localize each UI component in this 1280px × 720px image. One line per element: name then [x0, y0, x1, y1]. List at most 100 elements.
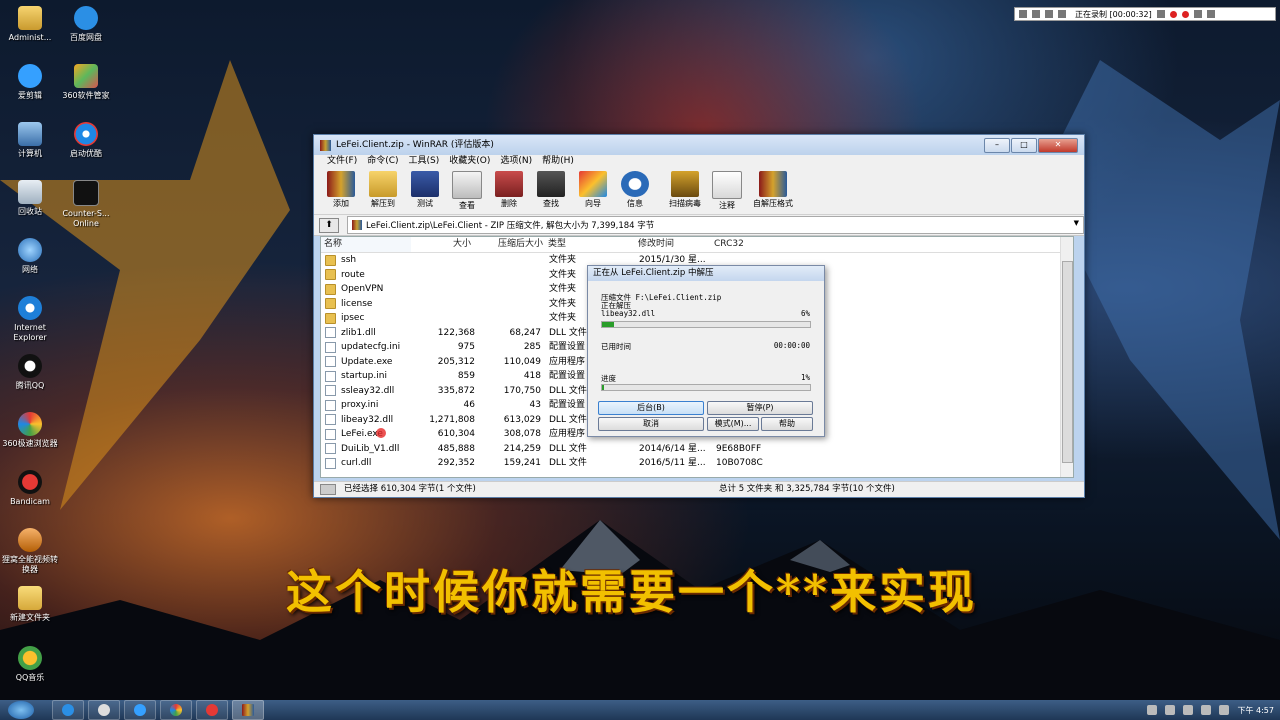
pause-icon[interactable] — [1193, 10, 1202, 18]
toolbar-wizard-button[interactable]: 向导 — [572, 168, 614, 214]
file-name-text: updatecfg.ini — [341, 342, 401, 352]
file-name-cell: zlib1.dll — [321, 326, 415, 341]
taskbar-bandicam[interactable] — [196, 700, 228, 720]
desktop-icon-computer[interactable]: 计算机 — [0, 122, 60, 159]
desktop-icon-360-software[interactable]: 360软件管家 — [56, 64, 116, 101]
toolbar-view-button[interactable]: 查看 — [446, 168, 488, 214]
desktop-icon-video-converter[interactable]: 狸窝全能视频转换器 — [0, 528, 60, 575]
scrollbar-thumb[interactable] — [1062, 261, 1073, 463]
toolbar-add-button[interactable]: 添加 — [320, 168, 362, 214]
up-one-level-button[interactable]: ⬆ — [319, 217, 339, 233]
window-titlebar[interactable]: LeFei.Client.zip - WinRAR (评估版本) – □ ✕ — [314, 135, 1084, 155]
file-list-header: 名称 大小 压缩后大小 类型 修改时间 CRC32 — [321, 237, 1073, 253]
toolbar-delete-button[interactable]: 删除 — [488, 168, 530, 214]
taskbar-aijianji[interactable] — [124, 700, 156, 720]
taskbar-baidu-netdisk[interactable] — [52, 700, 84, 720]
desktop-icon-360-browser[interactable]: 360极速浏览器 — [0, 412, 60, 449]
desktop-icon-baidu-netdisk[interactable]: 百度网盘 — [56, 6, 116, 43]
pause-button[interactable]: 暂停(P) — [707, 401, 813, 415]
status-bar: 已经选择 610,304 字节(1 个文件) 总计 5 文件夹 和 3,325,… — [314, 481, 1084, 497]
desktop-icon-administrator[interactable]: Administ... — [0, 6, 60, 43]
toolbar-test-button[interactable]: 测试 — [404, 168, 446, 214]
target-icon[interactable] — [1058, 10, 1066, 18]
cancel-button[interactable]: 取消 — [598, 417, 704, 431]
steam-icon — [98, 704, 110, 716]
network-tray-icon[interactable] — [1201, 705, 1212, 715]
vertical-scrollbar[interactable] — [1060, 237, 1073, 477]
close-button[interactable]: ✕ — [1038, 138, 1078, 153]
file-packed-cell — [475, 311, 541, 326]
desktop-icon-youku[interactable]: 启动优酷 — [56, 122, 116, 159]
security-icon[interactable] — [1183, 705, 1194, 715]
menu-file[interactable]: 文件(F) — [322, 155, 362, 168]
desktop-icon-counter-strike[interactable]: Counter-S... Online — [56, 180, 116, 229]
sfx-archive-icon — [759, 171, 787, 197]
test-book-icon — [411, 171, 439, 197]
video-subtitle: 这个时候你就需要一个**来实现 — [286, 565, 978, 619]
record-stop-icon[interactable] — [1181, 10, 1189, 18]
desktop-icon-new-folder[interactable]: 新建文件夹 — [0, 586, 60, 623]
fullscreen-icon[interactable] — [1045, 10, 1053, 18]
browser-icon — [170, 704, 182, 716]
column-header-packed[interactable]: 压缩后大小 — [474, 237, 543, 252]
mode-button[interactable]: 模式(M)... — [707, 417, 759, 431]
toolbar-extract-button[interactable]: 解压到 — [362, 168, 404, 214]
column-header-size[interactable]: 大小 — [411, 237, 474, 252]
column-header-crc[interactable]: CRC32 — [711, 237, 794, 252]
desktop-icon-aijianji[interactable]: 爱剪辑 — [0, 64, 60, 101]
volume-icon[interactable] — [1219, 705, 1230, 715]
column-header-type[interactable]: 类型 — [543, 237, 635, 252]
menu-help[interactable]: 帮助(H) — [537, 155, 579, 168]
file-name-cell: LeFei.exe — [321, 427, 415, 442]
menu-favorites[interactable]: 收藏夹(O) — [444, 155, 495, 168]
info-icon — [621, 171, 649, 197]
desktop-icon-recycle-bin[interactable]: 回收站 — [0, 180, 60, 217]
file-size-cell — [415, 268, 475, 283]
file-packed-cell: 170,750 — [503, 385, 541, 396]
chevron-down-icon[interactable]: ▼ — [1074, 219, 1079, 227]
menu-options[interactable]: 选项(N) — [495, 155, 537, 168]
toolbar-find-button[interactable]: 查找 — [530, 168, 572, 214]
recording-status: 正在录制 [00:00:32] — [1075, 9, 1152, 19]
menu-commands[interactable]: 命令(C) — [362, 155, 403, 168]
desktop-icon-network[interactable]: 网络 — [0, 238, 60, 275]
window-icon[interactable] — [1032, 10, 1040, 18]
file-icon — [325, 457, 336, 469]
toolbar-sfx-button[interactable]: 自解压格式 — [748, 168, 798, 214]
virus-scan-icon — [671, 171, 699, 197]
table-row[interactable]: DuiLib_V1.dll 485,888 214,259 DLL 文件 2014/6/… — [321, 442, 1073, 457]
dialog-file-percent: 6% — [800, 309, 810, 318]
table-row[interactable]: curl.dll 292,352 159,241 DLL 文件 2016/5/11 星.… — [321, 456, 1073, 471]
ie-icon — [18, 296, 42, 320]
background-button[interactable]: 后台(B) — [598, 401, 704, 415]
desktop-icon-internet-explorer[interactable]: Internet Explorer — [0, 296, 60, 343]
desktop-icon-bandicam[interactable]: Bandicam — [0, 470, 60, 507]
minimize-button[interactable]: – — [984, 138, 1010, 153]
steam-tray-icon[interactable] — [1165, 705, 1176, 715]
desktop-icon-qq-music[interactable]: QQ音乐 — [0, 646, 60, 683]
toolbar-comment-button[interactable]: 注释 — [706, 168, 748, 214]
camera-icon[interactable] — [1206, 10, 1215, 18]
taskbar-steam[interactable] — [88, 700, 120, 720]
toolbar-scan-virus-button[interactable]: 扫描病毒 — [664, 168, 706, 214]
cloud-icon — [74, 6, 98, 30]
menu-tools[interactable]: 工具(S) — [404, 155, 445, 168]
pencil-icon[interactable] — [1156, 10, 1165, 18]
taskbar-360-browser[interactable] — [160, 700, 192, 720]
file-packed-cell: 613,029 — [503, 414, 541, 425]
total-progress-fill — [602, 385, 605, 390]
help-button[interactable]: 帮助 — [761, 417, 813, 431]
path-field[interactable]: LeFei.Client.zip\LeFei.Client - ZIP 压缩文件… — [347, 216, 1084, 234]
maximize-button[interactable]: □ — [1011, 138, 1037, 153]
start-button[interactable] — [8, 701, 34, 719]
column-header-modified[interactable]: 修改时间 — [635, 237, 711, 252]
folder-icon — [325, 269, 336, 281]
toolbar-info-button[interactable]: 信息 — [614, 168, 656, 214]
desktop-icon-qq[interactable]: 腾讯QQ — [0, 354, 60, 391]
taskbar-winrar[interactable] — [232, 700, 264, 720]
chevron-down-icon[interactable] — [1019, 10, 1027, 18]
keyboard-icon[interactable] — [1147, 705, 1158, 715]
webcam-icon[interactable] — [1169, 10, 1177, 18]
taskbar-clock[interactable]: 下午 4:57 — [1237, 705, 1274, 716]
column-header-name[interactable]: 名称 — [321, 237, 411, 252]
